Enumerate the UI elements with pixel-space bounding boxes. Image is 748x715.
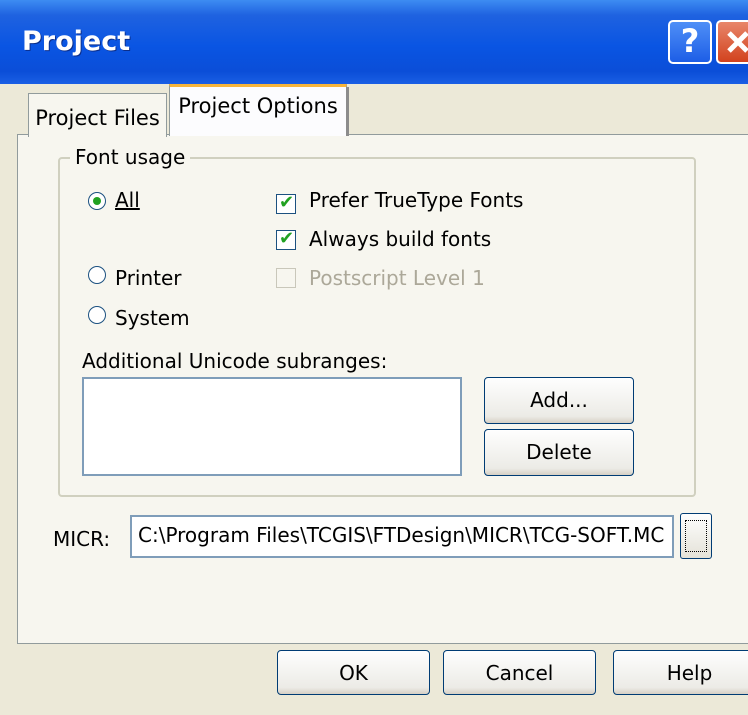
- unicode-subranges-label: Additional Unicode subranges:: [82, 349, 388, 373]
- cancel-button[interactable]: Cancel: [443, 650, 596, 695]
- checkbox-always-build-label[interactable]: Always build fonts: [309, 227, 491, 251]
- help-title-button[interactable]: ?: [668, 20, 712, 64]
- checkbox-prefer-truetype-label[interactable]: Prefer TrueType Fonts: [309, 188, 523, 212]
- ok-button[interactable]: OK: [277, 650, 430, 695]
- add-button[interactable]: Add...: [484, 377, 634, 424]
- radio-all-label[interactable]: All: [115, 188, 140, 212]
- checkbox-postscript-level1: [276, 268, 296, 288]
- radio-printer[interactable]: [88, 266, 106, 284]
- browse-button[interactable]: [680, 513, 712, 559]
- close-icon: [727, 31, 748, 53]
- checkbox-always-build[interactable]: [276, 228, 296, 250]
- radio-printer-label[interactable]: Printer: [115, 266, 182, 290]
- radio-system-label[interactable]: System: [115, 306, 190, 330]
- window-title: Project: [22, 26, 131, 57]
- tab-project-options[interactable]: Project Options: [169, 84, 349, 136]
- delete-button[interactable]: Delete: [484, 429, 634, 476]
- radio-all[interactable]: [88, 192, 106, 210]
- help-button[interactable]: Help: [613, 650, 748, 695]
- tab-project-files[interactable]: Project Files: [28, 93, 167, 137]
- close-button[interactable]: [716, 20, 748, 64]
- unicode-subranges-list[interactable]: [82, 377, 462, 476]
- checkbox-prefer-truetype[interactable]: [276, 192, 296, 214]
- micr-label: MICR:: [53, 527, 111, 551]
- radio-system[interactable]: [88, 306, 106, 324]
- font-usage-label: Font usage: [70, 145, 191, 169]
- micr-path-field[interactable]: C:\Program Files\TCGIS\FTDesign\MICR\TCG…: [130, 515, 674, 558]
- checkbox-postscript-level1-label: Postscript Level 1: [309, 266, 485, 290]
